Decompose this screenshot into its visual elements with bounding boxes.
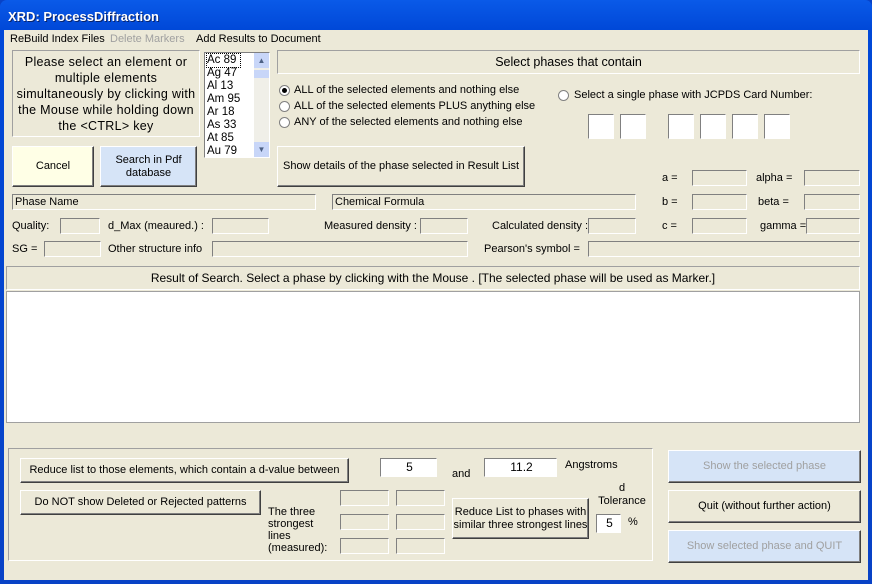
- result-header: Result of Search. Select a phase by clic…: [6, 266, 860, 290]
- element-list-item[interactable]: Au 79: [207, 145, 240, 158]
- b-field: [692, 194, 747, 210]
- card-digit-1[interactable]: [588, 114, 614, 139]
- label-beta: beta =: [758, 196, 789, 208]
- pearson-field: [588, 241, 860, 257]
- cancel-button[interactable]: Cancel: [12, 146, 94, 187]
- radio-label: ALL of the selected elements PLUS anythi…: [294, 100, 536, 112]
- c-field: [692, 218, 747, 234]
- gamma-field: [806, 218, 860, 234]
- element-list-item[interactable]: At 85: [207, 132, 240, 145]
- label-angstroms: Angstroms: [565, 459, 618, 471]
- menu-add-results[interactable]: Add Results to Document: [196, 33, 321, 45]
- d-max-input[interactable]: 11.2: [484, 458, 557, 477]
- element-list-item[interactable]: Ag 47: [207, 67, 240, 80]
- tolerance-input[interactable]: 5: [596, 514, 621, 533]
- dmax-field: [212, 218, 269, 234]
- label-other-structure: Other structure info: [108, 243, 203, 255]
- chemical-formula-field: Chemical Formula: [332, 194, 636, 210]
- beta-field: [804, 194, 860, 210]
- label-alpha: alpha =: [756, 172, 793, 184]
- radio-all-nothing-else[interactable]: [279, 85, 290, 96]
- radio-label: ALL of the selected elements and nothing…: [294, 84, 520, 96]
- label-pearson: Pearson's symbol =: [484, 243, 580, 255]
- window: XRD: ProcessDiffraction ReBuild Index Fi…: [0, 0, 872, 584]
- d-min-input[interactable]: 5: [380, 458, 437, 477]
- reduce-d-value-button[interactable]: Reduce list to those elements, which con…: [20, 458, 349, 483]
- label-gamma: gamma =: [760, 220, 807, 232]
- phase-select-header: Select phases that contain: [277, 50, 860, 74]
- menu-rebuild-index[interactable]: ReBuild Index Files: [10, 33, 105, 45]
- element-list-item[interactable]: Ar 18: [207, 106, 240, 119]
- card-digit-5[interactable]: [732, 114, 758, 139]
- element-listbox[interactable]: Ac 89 Ag 47 Al 13 Am 95 Ar 18 As 33 At 85 Au 79…: [204, 52, 270, 158]
- element-list-item[interactable]: Ac 89: [205, 53, 242, 68]
- scroll-up-icon[interactable]: ▲: [254, 53, 269, 68]
- radio-jcpds[interactable]: [558, 90, 569, 101]
- a-field: [692, 170, 747, 186]
- radio-label: ANY of the selected elements and nothing…: [294, 116, 523, 128]
- window-title: XRD: ProcessDiffraction: [8, 9, 159, 24]
- quality-field: [60, 218, 100, 234]
- instructions: Please select an element or multiple ele…: [12, 50, 200, 137]
- search-pdf-button[interactable]: Search in Pdf database: [100, 146, 197, 187]
- label-measured-density: Measured density :: [324, 220, 417, 232]
- label-three-strongest: The three strongest lines (measured):: [268, 506, 328, 554]
- result-list[interactable]: [6, 291, 860, 423]
- line3-a: [340, 538, 389, 554]
- label-percent: %: [628, 516, 638, 528]
- label-c: c =: [662, 220, 677, 232]
- label-calculated-density: Calculated density :: [492, 220, 588, 232]
- line3-b: [396, 538, 445, 554]
- label-d-tolerance: d Tolerance: [598, 482, 646, 507]
- label-b: b =: [662, 196, 678, 208]
- line2-b: [396, 514, 445, 530]
- label-a: a =: [662, 172, 678, 184]
- card-digit-6[interactable]: [764, 114, 790, 139]
- radio-all-plus[interactable]: [279, 101, 290, 112]
- element-list-item[interactable]: Am 95: [207, 93, 240, 106]
- label-sg: SG =: [12, 243, 38, 255]
- label-dmax: d_Max (meaured.) :: [108, 220, 204, 232]
- element-list-item[interactable]: Al 13: [207, 80, 240, 93]
- radio-any[interactable]: [279, 117, 290, 128]
- line1-a: [340, 490, 389, 506]
- radio-label: Select a single phase with JCPDS Card Nu…: [574, 89, 813, 101]
- sg-field: [44, 241, 101, 257]
- other-structure-field: [212, 241, 468, 257]
- quit-button[interactable]: Quit (without further action): [668, 490, 861, 523]
- menu-delete-markers[interactable]: Delete Markers: [110, 33, 185, 45]
- alpha-field: [804, 170, 860, 186]
- card-digit-3[interactable]: [668, 114, 694, 139]
- do-not-show-deleted-button[interactable]: Do NOT show Deleted or Rejected patterns: [20, 490, 261, 515]
- show-selected-phase-button[interactable]: Show the selected phase: [668, 450, 861, 483]
- card-digit-4[interactable]: [700, 114, 726, 139]
- measured-density-field: [420, 218, 468, 234]
- line1-b: [396, 490, 445, 506]
- scrollbar[interactable]: ▲ ▼: [254, 53, 269, 157]
- label-and: and: [452, 468, 471, 480]
- show-and-quit-button[interactable]: Show selected phase and QUIT: [668, 530, 861, 563]
- reduce-three-lines-button[interactable]: Reduce List to phases with similar three…: [452, 498, 589, 539]
- scroll-down-icon[interactable]: ▼: [254, 142, 269, 157]
- client-area: ReBuild Index Files Delete Markers Add R…: [4, 30, 868, 580]
- phase-name-field: Phase Name: [12, 194, 316, 210]
- scroll-thumb[interactable]: [254, 70, 269, 78]
- calculated-density-field: [588, 218, 636, 234]
- line2-a: [340, 514, 389, 530]
- label-quality: Quality:: [12, 220, 50, 232]
- element-list-item[interactable]: As 33: [207, 119, 240, 132]
- card-digit-2[interactable]: [620, 114, 646, 139]
- show-details-button[interactable]: Show details of the phase selected in Re…: [277, 146, 525, 187]
